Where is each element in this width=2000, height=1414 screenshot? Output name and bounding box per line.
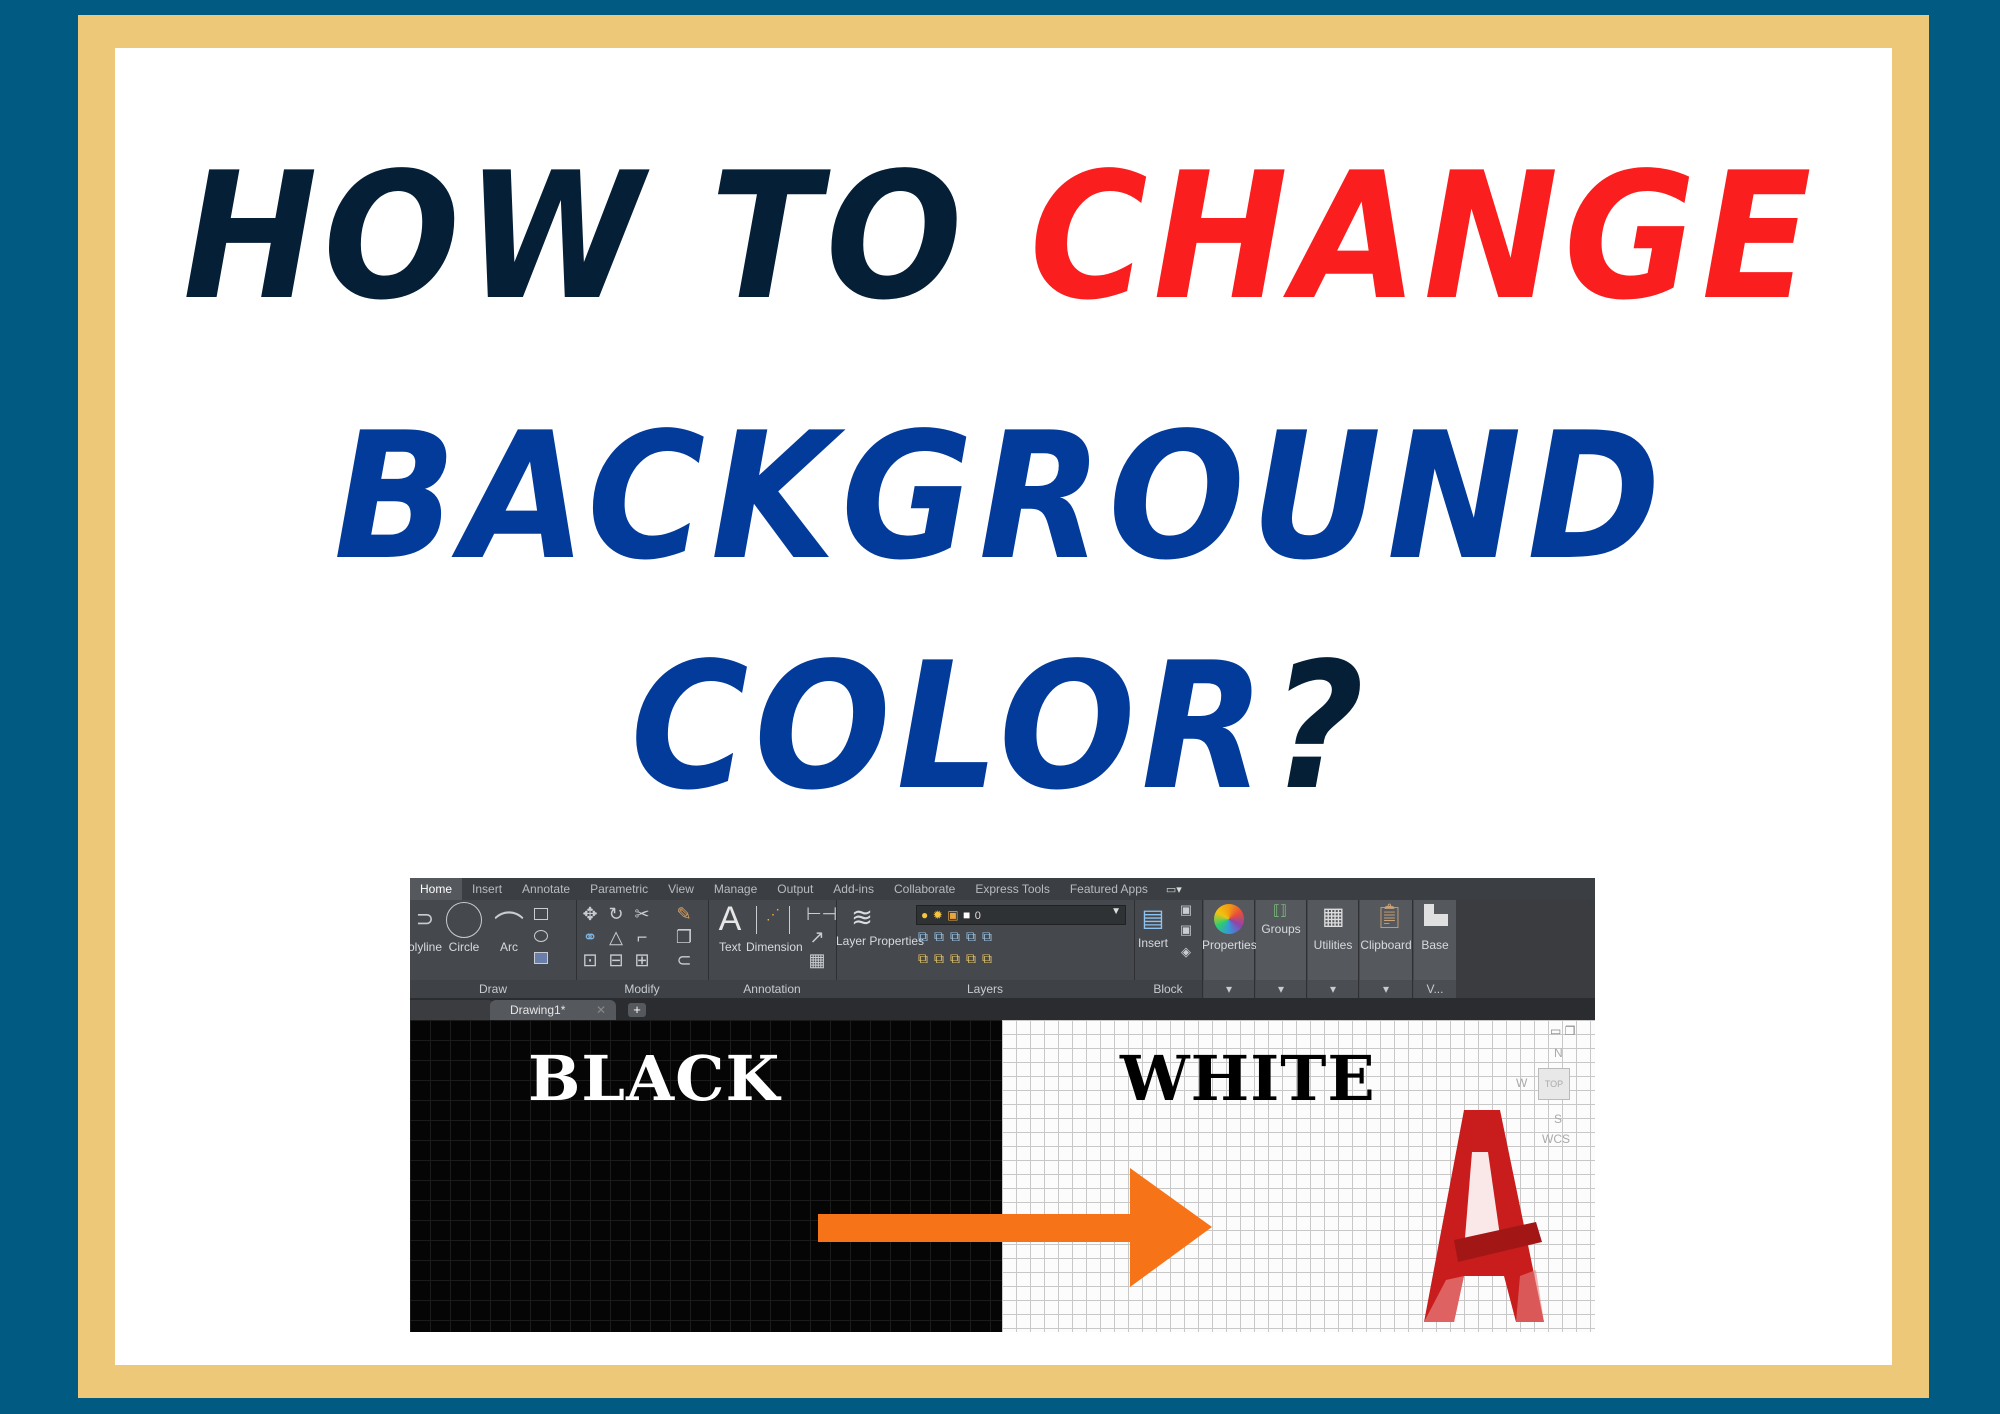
autocad-screenshot: Home Insert Annotate Parametric View Manage Ou…	[410, 878, 1595, 1332]
overlay-graphics	[818, 1110, 1544, 1322]
autocad-logo	[1424, 1110, 1544, 1322]
title-change: CHANGE	[1029, 136, 1818, 339]
title-color: COLOR	[630, 626, 1271, 829]
title-line-2: BACKGROUND	[333, 396, 1667, 599]
title-line-3: COLOR?	[80, 640, 1920, 815]
title-line-1: HOW TO CHANGE	[80, 150, 1920, 325]
title-how-to: HOW TO	[182, 136, 968, 339]
title-question-mark: ?	[1270, 626, 1370, 829]
orange-arrow	[818, 1168, 1212, 1287]
